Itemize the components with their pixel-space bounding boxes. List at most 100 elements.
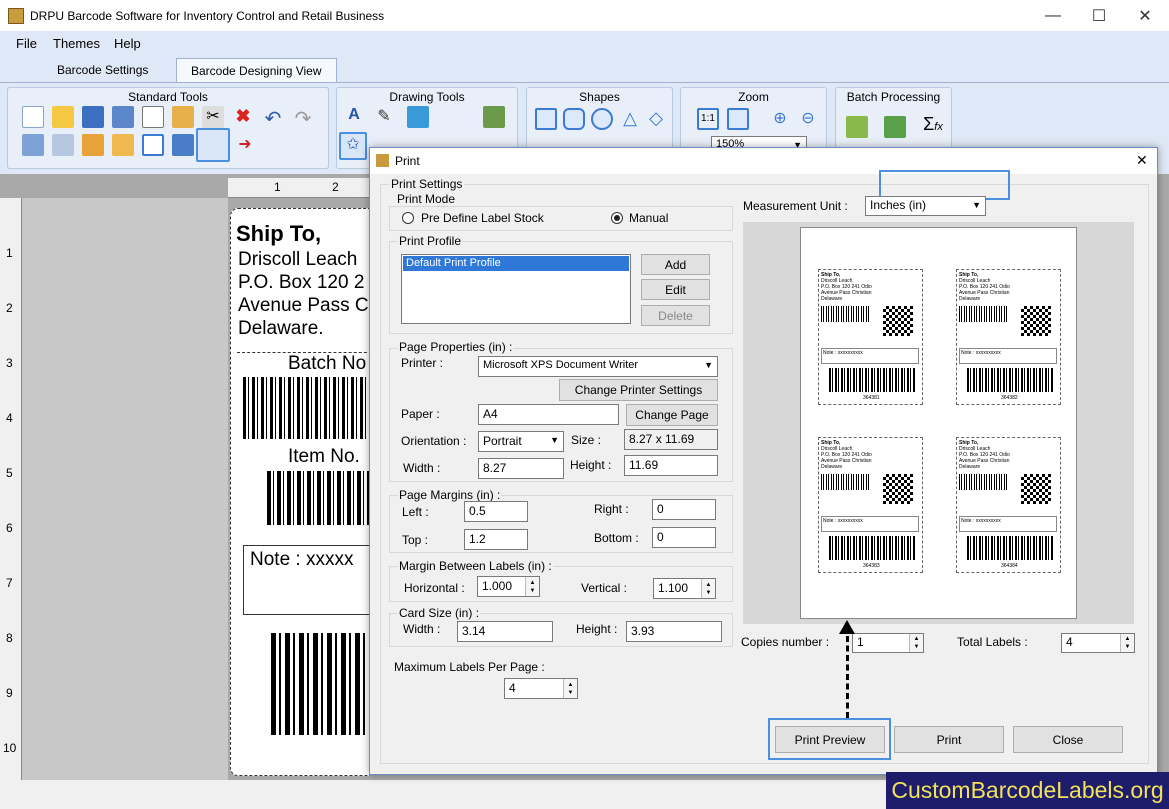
minimize-button[interactable]: — — [1030, 0, 1076, 31]
zoom-in-icon[interactable]: ⊕ — [769, 108, 791, 130]
item-label[interactable]: Item No. — [288, 446, 360, 468]
paper-field[interactable]: A4 — [478, 404, 619, 425]
printer-select[interactable]: Microsoft XPS Document Writer ▼ — [478, 356, 718, 377]
diamond-icon[interactable]: ◇ — [645, 108, 667, 130]
batch-edit-icon[interactable] — [846, 116, 868, 138]
spinner-arrows-icon[interactable]: ▲ ▼ — [525, 577, 539, 596]
bottom-margin-label: Bottom : — [594, 531, 639, 545]
star-pointer-icon[interactable]: ✩ — [339, 132, 367, 160]
actual-size-icon[interactable]: 1:1 — [697, 108, 719, 130]
redo-icon[interactable]: ↷ — [292, 106, 314, 130]
horizontal-stepper[interactable]: 1.000 ▲ ▼ — [477, 576, 540, 597]
copies-stepper[interactable]: 1 ▲ ▼ — [852, 633, 924, 653]
tab-barcode-designing-view[interactable]: Barcode Designing View — [176, 58, 337, 82]
fit-page-icon[interactable] — [727, 108, 749, 130]
mini-note: Note : xxxxxxxxxx — [959, 516, 1057, 532]
edit-profile-button[interactable]: Edit — [641, 279, 710, 300]
dialog-close-icon[interactable]: ✕ — [1136, 152, 1148, 169]
max-labels-label: Maximum Labels Per Page : — [394, 660, 545, 674]
new-icon[interactable] — [22, 106, 44, 128]
text-icon[interactable]: A — [343, 106, 365, 128]
save-as-icon[interactable] — [112, 106, 134, 128]
ellipse-icon[interactable] — [591, 108, 613, 130]
top-margin-field[interactable]: 1.2 — [464, 529, 528, 550]
pre-define-label[interactable]: Pre Define Label Stock — [421, 211, 544, 225]
spinner-arrows-icon[interactable]: ▲ ▼ — [563, 679, 577, 698]
ship-to-heading[interactable]: Ship To, — [236, 221, 321, 247]
batch-data-icon[interactable] — [884, 116, 906, 138]
lock-icon[interactable] — [82, 134, 104, 156]
chevron-down-icon: ▼ — [550, 435, 559, 445]
triangle-icon[interactable]: △ — [619, 108, 641, 130]
change-page-button[interactable]: Change Page — [626, 404, 718, 426]
card-width-field[interactable]: 3.14 — [457, 621, 553, 642]
menu-help[interactable]: Help — [114, 36, 141, 51]
right-margin-field[interactable]: 0 — [652, 499, 716, 520]
label-design[interactable]: Ship To, Driscoll Leach P.O. Box 120 2 A… — [230, 208, 375, 776]
bring-front-icon[interactable] — [22, 134, 44, 156]
zoom-out-icon[interactable]: ⊖ — [797, 108, 819, 130]
ship-street[interactable]: Avenue Pass C — [238, 295, 369, 317]
undo-icon[interactable]: ↶ — [262, 106, 284, 130]
formula-icon[interactable]: Σfx — [918, 114, 948, 136]
copy-icon[interactable] — [142, 106, 164, 128]
height-field[interactable]: 11.69 — [624, 455, 718, 476]
delete-icon[interactable]: ✖ — [232, 106, 254, 128]
measurement-unit-select[interactable]: Inches (in) ▼ — [865, 196, 986, 216]
spinner-arrows-icon[interactable]: ▲ ▼ — [909, 634, 923, 652]
spinner-arrows-icon[interactable]: ▲ ▼ — [701, 579, 715, 598]
image-icon[interactable] — [407, 106, 429, 128]
rectangle-icon[interactable] — [535, 108, 557, 130]
close-button[interactable]: Close — [1013, 726, 1123, 753]
print-preview-button[interactable]: Print Preview — [775, 726, 885, 753]
ship-po[interactable]: P.O. Box 120 2 — [238, 272, 364, 294]
menu-themes[interactable]: Themes — [53, 36, 100, 51]
pencil-icon[interactable]: ✎ — [373, 106, 395, 128]
max-labels-stepper[interactable]: 4 ▲ ▼ — [504, 678, 578, 699]
cut-icon[interactable]: ✂ — [202, 106, 224, 128]
open-icon[interactable] — [52, 106, 74, 128]
print-icon[interactable] — [196, 128, 230, 162]
width-label: Width : — [403, 461, 441, 475]
mini-barcode — [821, 306, 871, 322]
manual-radio[interactable] — [611, 212, 623, 224]
pre-define-radio[interactable] — [402, 212, 414, 224]
tab-barcode-settings[interactable]: Barcode Settings — [43, 58, 162, 82]
rounded-rect-icon[interactable] — [563, 108, 585, 130]
print-button[interactable]: Print — [894, 726, 1004, 753]
close-window-button[interactable]: ✕ — [1122, 0, 1168, 31]
card-height-field[interactable]: 3.93 — [626, 621, 722, 642]
picture-icon[interactable] — [483, 106, 505, 128]
bottom-margin-field[interactable]: 0 — [652, 527, 716, 548]
print-dialog: Print ✕ Print Settings Print Mode Pre De… — [369, 147, 1158, 775]
manual-label[interactable]: Manual — [629, 211, 668, 225]
save-icon[interactable] — [82, 106, 104, 128]
spinner-arrows-icon[interactable]: ▲ ▼ — [1120, 634, 1134, 652]
note-text[interactable]: Note : xxxxx — [250, 549, 353, 571]
change-printer-settings-button[interactable]: Change Printer Settings — [559, 379, 718, 401]
top-margin-label: Top : — [402, 533, 429, 547]
batch-label[interactable]: Batch No — [288, 353, 366, 375]
exit-icon[interactable]: ➜ — [234, 134, 256, 156]
menu-file[interactable]: File — [16, 36, 37, 51]
profile-list[interactable]: Default Print Profile — [401, 254, 631, 324]
send-back-icon[interactable] — [52, 134, 74, 156]
left-margin-field[interactable]: 0.5 — [464, 501, 528, 522]
width-field[interactable]: 8.27 — [478, 458, 564, 479]
unlock-icon[interactable] — [112, 134, 134, 156]
paste-icon[interactable] — [172, 106, 194, 128]
batch-barcode[interactable] — [243, 377, 373, 439]
maximize-button[interactable]: ☐ — [1076, 0, 1122, 31]
total-labels-stepper[interactable]: 4 ▲ ▼ — [1061, 633, 1135, 653]
delete-profile-button[interactable]: Delete — [641, 305, 710, 326]
orientation-select[interactable]: Portrait ▼ — [478, 431, 564, 452]
ship-name[interactable]: Driscoll Leach — [238, 249, 357, 271]
item-barcode[interactable] — [267, 471, 374, 525]
main-barcode[interactable] — [271, 633, 374, 735]
grid-icon[interactable] — [142, 134, 164, 156]
ship-state[interactable]: Delaware. — [238, 318, 324, 340]
profile-item[interactable]: Default Print Profile — [403, 256, 629, 271]
vertical-stepper[interactable]: 1.100 ▲ ▼ — [653, 578, 716, 599]
export-icon[interactable] — [172, 134, 194, 156]
add-profile-button[interactable]: Add — [641, 254, 710, 275]
